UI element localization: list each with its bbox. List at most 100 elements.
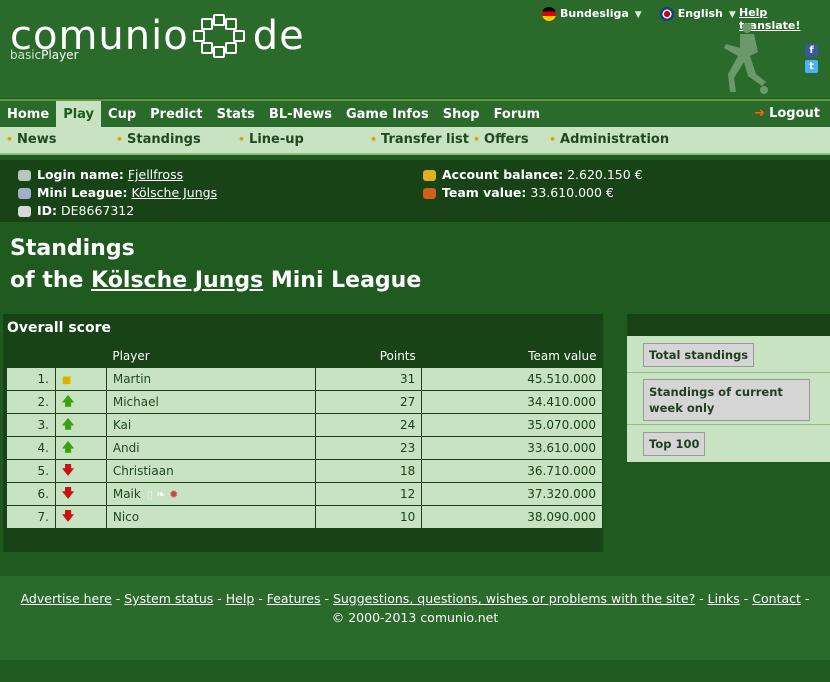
footer-link-features[interactable]: Features	[267, 591, 321, 606]
mini-league-link[interactable]: Kölsche Jungs	[131, 185, 217, 200]
standings-table: Player Points Team value 1. ■ Martin 31 45.5…	[6, 345, 603, 529]
points-cell: 23	[315, 436, 423, 460]
player-cell: Maik ▯ ❧ ✹	[105, 482, 317, 506]
twitter-icon[interactable]: t	[805, 60, 818, 73]
site-header: comunio de basicPlayer Bundesliga ▼ Engli…	[0, 0, 830, 98]
logo-text-right: de	[252, 13, 305, 59]
page-title: Standings	[10, 236, 135, 261]
logout-button[interactable]: ➜ Logout	[754, 100, 820, 127]
total-standings-button[interactable]: Total standings	[643, 343, 755, 367]
arrow-up-icon: 🡅	[61, 416, 75, 431]
nav-bl-news[interactable]: BL-News	[262, 101, 339, 128]
arrow-down-icon: 🡇	[61, 508, 75, 523]
player-name-link[interactable]: Kai	[113, 418, 131, 432]
nav-shop[interactable]: Shop	[436, 101, 487, 128]
burst-icon: ✹	[169, 488, 179, 501]
footer-bottom	[0, 660, 830, 682]
trend-cell: 🡅	[54, 413, 107, 437]
trend-cell: 🡇	[54, 482, 107, 506]
team-value-cell: 36.710.000	[421, 459, 603, 483]
page-subtitle: of the Kölsche Jungs Mini League	[10, 268, 421, 293]
language-label: English	[677, 7, 723, 20]
player-header: Player	[112, 349, 150, 363]
table-row: 7. 🡇 Nico 10 38.090.000	[6, 505, 603, 529]
nav-play[interactable]: Play	[56, 101, 102, 128]
nav-stats[interactable]: Stats	[210, 101, 262, 128]
subnav-line-up[interactable]: Line-up	[238, 127, 304, 153]
footer-link-system-status[interactable]: System status	[124, 591, 213, 606]
facebook-icon[interactable]: f	[805, 44, 818, 57]
league-label: Mini League:	[37, 185, 128, 200]
table-row: 4. 🡅 Andi 23 33.610.000	[6, 436, 603, 460]
player-cell: Nico	[105, 505, 317, 529]
subtitle-prefix: of the	[10, 268, 84, 293]
logo-subtitle: basicPlayer	[10, 48, 79, 62]
standings-panel: Overall score Player Points Team value 1…	[3, 314, 603, 552]
points-cell: 10	[315, 505, 423, 529]
login-name-link[interactable]: Fjellfross	[128, 167, 183, 182]
divider	[627, 424, 830, 425]
league-select[interactable]: Bundesliga ▼	[542, 7, 642, 21]
footer-link-contact[interactable]: Contact	[752, 591, 801, 606]
rank-cell: 2.	[6, 390, 56, 414]
arrow-down-icon: 🡇	[61, 485, 75, 500]
subnav-news[interactable]: News	[6, 127, 56, 153]
rank-cell: 3.	[6, 413, 56, 437]
trend-cell: ■	[54, 367, 107, 391]
user-icon	[18, 170, 31, 181]
footer-link-advertise[interactable]: Advertise here	[21, 591, 112, 606]
language-select[interactable]: English ▼	[659, 7, 736, 21]
chevron-down-icon: ▼	[728, 10, 736, 20]
subnav-transfer-list[interactable]: Transfer list	[370, 127, 469, 153]
table-row: 2. 🡅 Michael 27 34.410.000	[6, 390, 603, 414]
current-week-standings-button[interactable]: Standings of current week only	[643, 379, 810, 421]
footer-link-suggestions[interactable]: Suggestions, questions, wishes or proble…	[333, 591, 695, 606]
sidebar-header	[627, 314, 830, 336]
sub-nav: News Standings Line-up Transfer list Off…	[0, 127, 830, 155]
dove-icon: ❧	[156, 488, 166, 501]
league-label: Bundesliga	[560, 7, 629, 20]
league-title-link[interactable]: Kölsche Jungs	[91, 268, 263, 293]
player-name-link[interactable]: Michael	[113, 395, 159, 409]
nav-game-infos[interactable]: Game Infos	[339, 101, 436, 128]
player-cell: Michael	[105, 390, 317, 414]
table-row: 3. 🡅 Kai 24 35.070.000	[6, 413, 603, 437]
table-row: 5. 🡇 Christiaan 18 36.710.000	[6, 459, 603, 483]
money-icon	[423, 170, 436, 181]
player-name-link[interactable]: Andi	[113, 441, 140, 455]
points-cell: 31	[315, 367, 423, 391]
subnav-offers[interactable]: Offers	[473, 127, 529, 153]
nav-forum[interactable]: Forum	[487, 101, 548, 128]
subnav-administration[interactable]: Administration	[549, 127, 669, 153]
nav-cup[interactable]: Cup	[101, 101, 143, 128]
league-row: Mini League: Kölsche Jungs	[18, 185, 217, 200]
footer-links: Advertise here - System status - Help - …	[20, 591, 810, 606]
points-cell: 27	[315, 390, 423, 414]
nav-predict[interactable]: Predict	[143, 101, 209, 128]
player-name-link[interactable]: Martin	[113, 372, 151, 386]
rank-header	[7, 345, 56, 368]
team-value-cell: 45.510.000	[421, 367, 603, 391]
subnav-standings[interactable]: Standings	[116, 127, 201, 153]
team-value-icon	[423, 188, 436, 199]
rank-cell: 7.	[6, 505, 56, 529]
balance-value: 2.620.150 €	[567, 167, 643, 182]
team-value-cell: 33.610.000	[421, 436, 603, 460]
copyright: © 2000-2013 comunio.net	[331, 610, 499, 625]
player-name-link[interactable]: Nico	[113, 510, 139, 524]
logo-sub-prefix: basic	[10, 48, 42, 62]
top-100-button[interactable]: Top 100	[643, 432, 706, 456]
table-row: 1. ■ Martin 31 45.510.000	[6, 367, 603, 391]
player-name-link[interactable]: Maik	[113, 487, 141, 501]
arrow-down-icon: 🡇	[61, 462, 75, 477]
player-name-link[interactable]: Christiaan	[113, 464, 174, 478]
arrow-up-icon: 🡅	[61, 439, 75, 454]
footer-link-help[interactable]: Help	[226, 591, 255, 606]
uk-flag-icon	[659, 7, 674, 21]
balance-label: Account balance:	[442, 167, 564, 182]
footer-link-links[interactable]: Links	[708, 591, 740, 606]
trend-cell: 🡇	[54, 505, 107, 529]
nav-home[interactable]: Home	[0, 101, 56, 128]
shirt-icon: ▯	[146, 488, 153, 501]
logo-sub-suffix: Player	[41, 48, 79, 62]
